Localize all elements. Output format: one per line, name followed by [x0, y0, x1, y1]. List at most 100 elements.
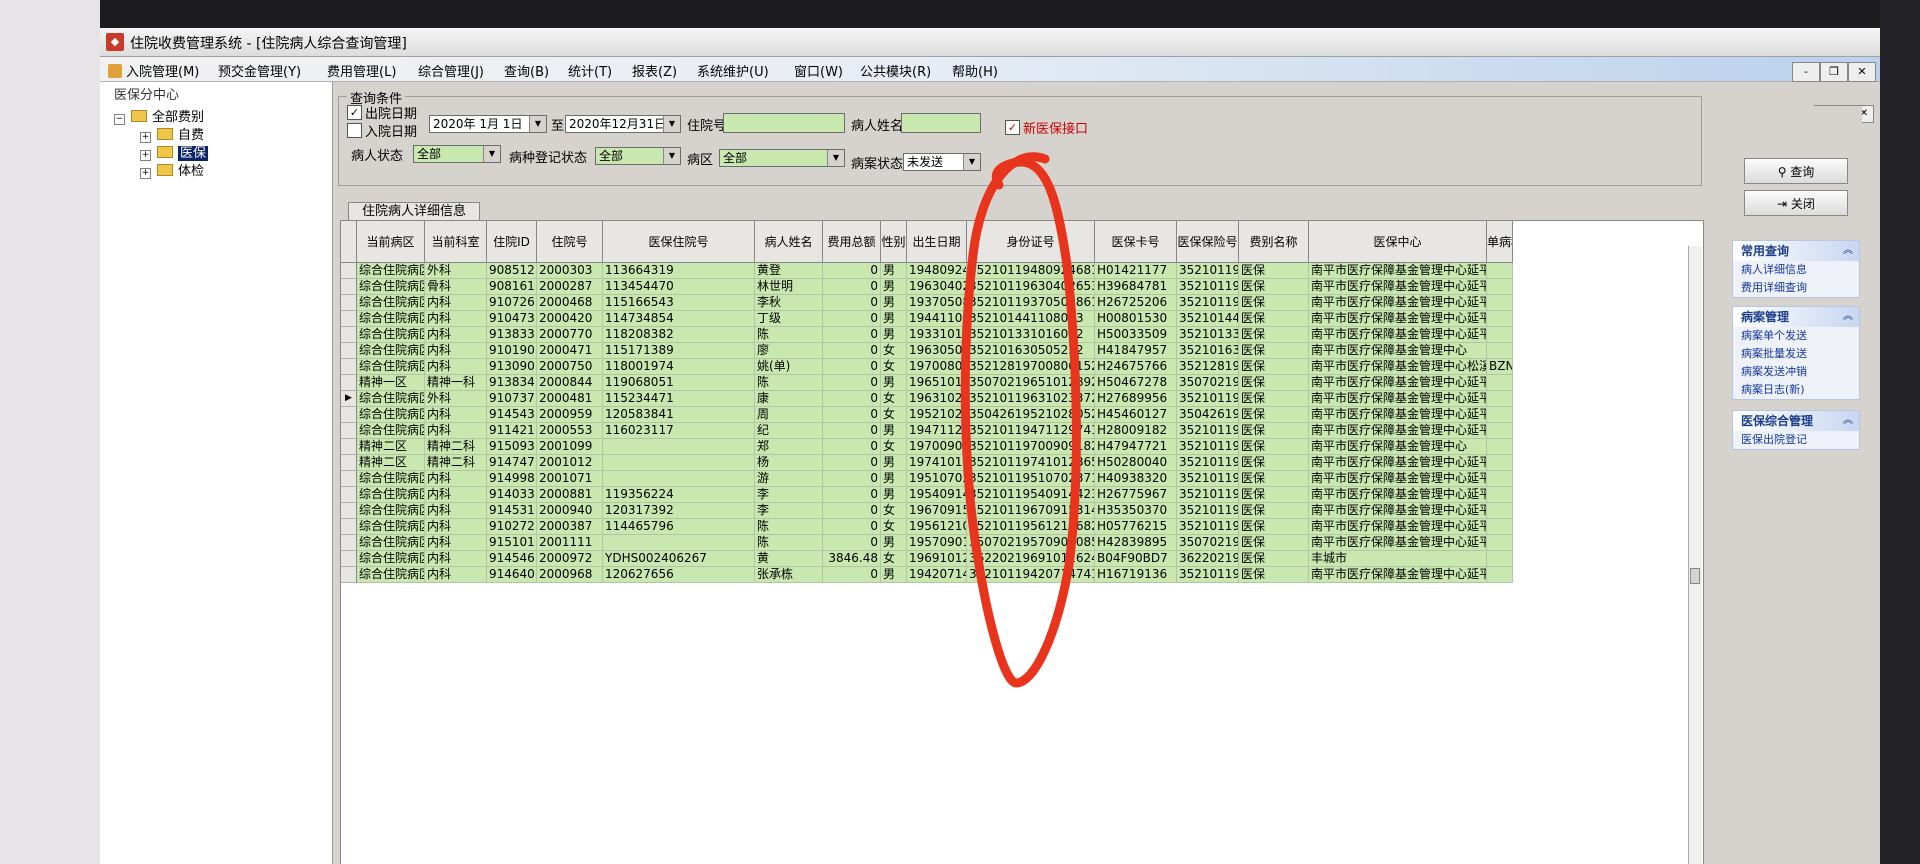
cell-name[interactable]: 李: [755, 487, 823, 503]
date-from-picker[interactable]: 2020年 1月 1日 ▼: [429, 115, 547, 133]
cell-dept[interactable]: 内科: [425, 471, 487, 487]
link-insurance-discharge[interactable]: 医保出院登记: [1733, 431, 1859, 449]
cell-name[interactable]: 张承栋: [755, 567, 823, 583]
menu-statistics[interactable]: 统计(T): [568, 61, 612, 80]
cell-dept[interactable]: 内科: [425, 327, 487, 343]
link-fee-details[interactable]: 费用详细查询: [1733, 279, 1859, 297]
row-selector[interactable]: [341, 503, 357, 519]
cell-ins-no[interactable]: 352101441108033: [1177, 311, 1239, 327]
cell-birth[interactable]: 19331016: [907, 327, 967, 343]
cell-birth[interactable]: 19670915: [907, 503, 967, 519]
cell-fee-type[interactable]: 医保: [1239, 487, 1309, 503]
cell-ins-center[interactable]: 南平市医疗保障基金管理中心延平管理部: [1309, 471, 1487, 487]
cell-gender[interactable]: 女: [881, 359, 907, 375]
cell-id[interactable]: 915101: [487, 535, 537, 551]
cell-adm-no[interactable]: 2000881: [537, 487, 603, 503]
menu-window[interactable]: 窗口(W): [794, 61, 843, 80]
tab-patient-details[interactable]: 住院病人详细信息: [348, 202, 480, 221]
close-button[interactable]: ⇥ 关闭: [1744, 190, 1848, 216]
cell-fee-type[interactable]: 医保: [1239, 327, 1309, 343]
cell-name[interactable]: 周: [755, 407, 823, 423]
cell-ins-card[interactable]: H42839895: [1095, 535, 1177, 551]
cell-total-fee[interactable]: 0: [823, 359, 881, 375]
cell-name[interactable]: 姚(单): [755, 359, 823, 375]
cell-birth[interactable]: 19420714: [907, 567, 967, 583]
cell-ins-center[interactable]: 南平市医疗保障基金管理中心延平管理部: [1309, 487, 1487, 503]
cell-birth[interactable]: 19691012: [907, 551, 967, 567]
column-header-id-card[interactable]: 身份证号: [967, 221, 1095, 263]
panel-common-queries-header[interactable]: 常用查询 ︽: [1733, 241, 1859, 261]
link-patient-details[interactable]: 病人详细信息: [1733, 261, 1859, 279]
cell-ins-no[interactable]: 352101195409144234: [1177, 487, 1239, 503]
cell-id[interactable]: 914531: [487, 503, 537, 519]
tree-root[interactable]: − 全部费别: [114, 106, 204, 125]
cell-total-fee[interactable]: 0: [823, 455, 881, 471]
cell-id-card[interactable]: 352101196304026535: [967, 279, 1095, 295]
cell-ward[interactable]: 综合住院病区: [357, 359, 425, 375]
cell-ins-center[interactable]: 南平市医疗保障基金管理中心延平管理部: [1309, 327, 1487, 343]
cell-id-card[interactable]: 352128197008061525: [967, 359, 1095, 375]
cell-total-fee[interactable]: 0: [823, 487, 881, 503]
cell-name[interactable]: 丁级: [755, 311, 823, 327]
cell-gender[interactable]: 女: [881, 407, 907, 423]
cell-total-fee[interactable]: 0: [823, 311, 881, 327]
cell-total-fee[interactable]: 0: [823, 263, 881, 279]
cell-ward[interactable]: 综合住院病区: [357, 535, 425, 551]
cell-dept[interactable]: 骨科: [425, 279, 487, 295]
cell-adm-no[interactable]: 2000959: [537, 407, 603, 423]
cell-fee-type[interactable]: 医保: [1239, 503, 1309, 519]
cell-ins-center[interactable]: 南平市医疗保障基金管理中心延平管理部: [1309, 391, 1487, 407]
cell-ins-adm-no[interactable]: [603, 455, 755, 471]
column-header-ins-adm-no[interactable]: 医保住院号: [603, 221, 755, 263]
cell-fee-type[interactable]: 医保: [1239, 471, 1309, 487]
column-header-name[interactable]: 病人姓名: [755, 221, 823, 263]
cell-total-fee[interactable]: 0: [823, 423, 881, 439]
cell-adm-no[interactable]: 2001012: [537, 455, 603, 471]
cell-ward[interactable]: 综合住院病区: [357, 295, 425, 311]
cell-birth[interactable]: 19700806: [907, 359, 967, 375]
cell-dept[interactable]: 内科: [425, 407, 487, 423]
cell-adm-no[interactable]: 2000972: [537, 551, 603, 567]
cell-ins-no[interactable]: 352101197410128652: [1177, 455, 1239, 471]
cell-fee-type[interactable]: 医保: [1239, 519, 1309, 535]
chevron-down-icon[interactable]: ▼: [529, 116, 546, 132]
cell-ins-center[interactable]: 南平市医疗保障基金管理中心延平管理部: [1309, 295, 1487, 311]
cell-single-disease[interactable]: [1487, 279, 1513, 295]
cell-ins-adm-no[interactable]: 113664319: [603, 263, 755, 279]
cell-gender[interactable]: 男: [881, 263, 907, 279]
cell-id-card[interactable]: 352101195409144234: [967, 487, 1095, 503]
patient-name-input[interactable]: [901, 113, 981, 133]
status-select[interactable]: 全部 ▼: [413, 145, 501, 163]
cell-gender[interactable]: 男: [881, 279, 907, 295]
row-selector[interactable]: [341, 535, 357, 551]
cell-ins-card[interactable]: H24675766: [1095, 359, 1177, 375]
cell-birth[interactable]: 19441108: [907, 311, 967, 327]
cell-ins-no[interactable]: 350426195210280521: [1177, 407, 1239, 423]
tree-item-self-pay[interactable]: + 自费: [140, 124, 204, 143]
cell-dept[interactable]: 外科: [425, 391, 487, 407]
menu-help[interactable]: 帮助(H): [952, 61, 998, 80]
cell-adm-no[interactable]: 2001111: [537, 535, 603, 551]
cell-ins-card[interactable]: H40938320: [1095, 471, 1177, 487]
cell-id[interactable]: 908512: [487, 263, 537, 279]
cell-dept[interactable]: 精神二科: [425, 439, 487, 455]
cell-id[interactable]: 910190: [487, 343, 537, 359]
cell-single-disease[interactable]: [1487, 311, 1513, 327]
cell-ins-adm-no[interactable]: YDHS002406267: [603, 551, 755, 567]
cell-gender[interactable]: 男: [881, 455, 907, 471]
link-send-batch[interactable]: 病案批量发送: [1733, 345, 1859, 363]
cell-birth[interactable]: 19651012: [907, 375, 967, 391]
cell-gender[interactable]: 男: [881, 327, 907, 343]
cell-ward[interactable]: 综合住院病区: [357, 519, 425, 535]
cell-ins-center[interactable]: 南平市医疗保障基金管理中心延平管理部: [1309, 311, 1487, 327]
cell-adm-no[interactable]: 2001071: [537, 471, 603, 487]
cell-name[interactable]: 纪: [755, 423, 823, 439]
cell-ins-adm-no[interactable]: 120317392: [603, 503, 755, 519]
column-header-total-fee[interactable]: 费用总额: [823, 221, 881, 263]
cell-ins-center[interactable]: 南平市医疗保障基金管理中心延平管理部: [1309, 407, 1487, 423]
cell-single-disease[interactable]: [1487, 535, 1513, 551]
link-send-single[interactable]: 病案单个发送: [1733, 327, 1859, 345]
chevron-down-icon[interactable]: ▼: [963, 154, 980, 170]
cell-birth[interactable]: 19630402: [907, 279, 967, 295]
restore-button[interactable]: ❐: [1820, 62, 1848, 82]
